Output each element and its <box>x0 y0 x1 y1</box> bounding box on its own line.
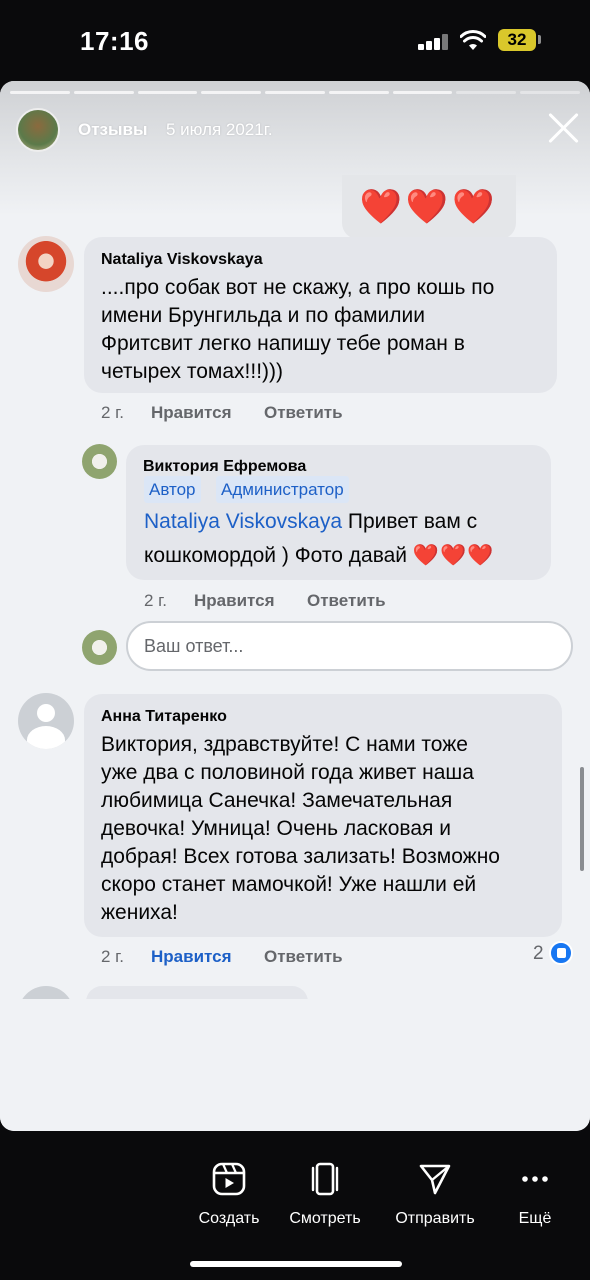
comment-text-line: скоро станет мамочкой! Уже нашли ей <box>101 873 477 896</box>
comment-bubble: Nataliya Viskovskaya ....про собак вот н… <box>84 237 557 393</box>
like-count[interactable]: 2 <box>533 943 544 965</box>
comment-text-line: Фритсвит легко напишу тебе роман в <box>101 332 465 355</box>
comment-time: 2 г. <box>101 947 125 966</box>
more-icon <box>522 1176 548 1182</box>
mention-link[interactable]: Nataliya Viskovskaya <box>144 510 342 533</box>
story-empty-area <box>0 999 590 1131</box>
watch-label: Смотреть <box>289 1210 361 1227</box>
story-author-avatar[interactable] <box>16 108 60 152</box>
battery-icon: 32 <box>498 29 536 51</box>
send-label: Отправить <box>395 1210 475 1227</box>
comment-text: Привет вам с <box>342 510 478 533</box>
like-button[interactable]: Нравится <box>151 947 232 967</box>
watch-icon <box>311 1162 339 1196</box>
comment-text-line: кошкомордой ) Фото давай ❤️❤️❤️ <box>144 542 494 570</box>
comment-author[interactable]: Nataliya Viskovskaya <box>101 251 263 269</box>
reply-button[interactable]: Ответить <box>264 403 343 423</box>
comment-text-line: уже два с половиной года живет наша <box>101 761 474 784</box>
avatar[interactable] <box>18 236 74 292</box>
comment-time: 2 г. <box>144 591 168 610</box>
avatar[interactable] <box>82 444 117 479</box>
send-button[interactable]: Отправить <box>390 1162 480 1232</box>
comment-text-line: Виктория, здравствуйте! С нами тоже <box>101 733 468 756</box>
comment-author[interactable]: Виктория Ефремова <box>143 458 306 476</box>
more-button[interactable]: Ещё <box>505 1162 565 1232</box>
watch-button[interactable]: Смотреть <box>283 1162 367 1232</box>
comment-text-line: Nataliya Viskovskaya Привет вам с <box>144 508 477 536</box>
comment-text-line: ....про собак вот не скажу, а про кошь п… <box>101 276 495 299</box>
reply-button[interactable]: Ответить <box>307 591 386 611</box>
story-progress-bar <box>10 91 581 94</box>
comment-text-line: любимица Санечка! Замечательная <box>101 789 453 812</box>
send-icon <box>419 1164 451 1195</box>
previous-comment-reactions: ❤️❤️❤️ <box>342 175 516 239</box>
comment-text-line: имени Брунгильда и по фамилии <box>101 304 425 327</box>
heart-emoji: ❤️❤️❤️ <box>412 544 495 567</box>
bottom-action-bar: Создать Смотреть Отправить Ещё <box>0 1131 590 1280</box>
avatar <box>82 630 117 665</box>
comment-text-line: добрая! Всех готова зализать! Возможно <box>101 845 500 868</box>
thumbs-up-icon <box>549 941 573 965</box>
scrollbar[interactable] <box>580 767 584 871</box>
admin-badge: Администратор <box>216 476 349 503</box>
comment-bubble: Анна Титаренко Виктория, здравствуйте! С… <box>84 694 562 937</box>
story-panel: Отзывы 5 июля 2021г. ❤️❤️❤️ Nataliya Vis… <box>0 81 590 1131</box>
author-badge: Автор <box>144 476 201 503</box>
reply-input-container[interactable] <box>126 621 573 671</box>
like-button[interactable]: Нравится <box>151 403 232 423</box>
create-label: Создать <box>198 1210 260 1227</box>
comment-text: кошкомордой ) Фото давай <box>144 544 413 567</box>
comment-text-line: девочка! Умница! Очень ласковая и <box>101 817 451 840</box>
close-icon[interactable] <box>546 111 580 145</box>
story-date: 5 июля 2021г. <box>166 120 273 139</box>
comment-time: 2 г. <box>101 403 125 422</box>
story-author-name[interactable]: Отзывы <box>78 120 148 140</box>
cellular-signal-icon <box>418 34 450 50</box>
avatar[interactable] <box>18 693 74 749</box>
like-button[interactable]: Нравится <box>194 591 275 611</box>
reels-icon <box>212 1162 246 1196</box>
battery-tip <box>538 35 541 44</box>
comment-text-line: жениха! <box>101 901 178 924</box>
home-indicator[interactable] <box>190 1261 402 1267</box>
reply-input[interactable] <box>144 623 544 669</box>
reply-button[interactable]: Ответить <box>264 947 343 967</box>
create-button[interactable]: Создать <box>188 1162 270 1232</box>
comment-author[interactable]: Анна Титаренко <box>101 708 227 726</box>
wifi-icon <box>460 30 486 50</box>
comment-text-line: четырех томах!!!))) <box>101 360 284 383</box>
clock: 17:16 <box>80 26 149 56</box>
more-label: Ещё <box>518 1210 552 1227</box>
status-bar: 17:16 32 <box>0 0 590 80</box>
